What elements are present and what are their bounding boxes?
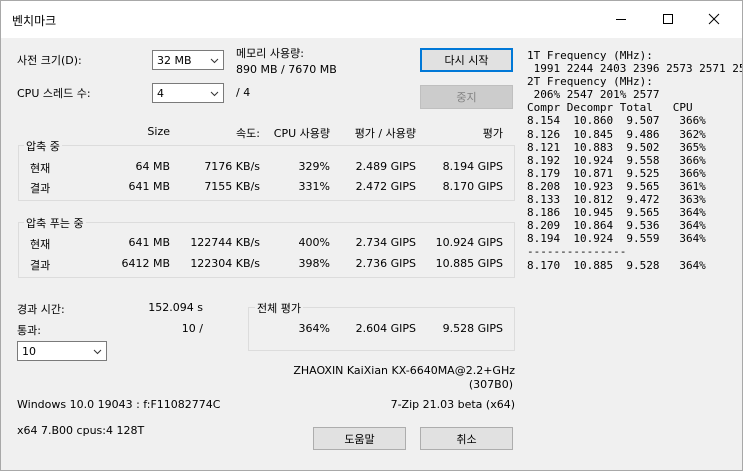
compress-result-speed: 7155 KB/s: [204, 180, 260, 193]
minimize-button[interactable]: [598, 0, 644, 38]
results-row: 8.209 10.864 9.536 364%: [527, 219, 706, 233]
decompress-result-label: 결과: [30, 259, 51, 272]
decompress-result-rating: 10.885 GIPS: [435, 257, 503, 270]
results-row: 8.126 10.845 9.486 362%: [527, 127, 706, 141]
compress-result-label: 결과: [30, 182, 51, 195]
stop-button[interactable]: 중지: [420, 85, 513, 109]
decompress-current-rpu: 2.734 GIPS: [355, 236, 416, 249]
threads-label: CPU 스레드 수:: [17, 87, 91, 100]
chevron-down-icon: [93, 349, 102, 355]
dict-size-label: 사전 크기(D):: [17, 54, 82, 67]
results-row: 8.192 10.924 9.558 366%: [527, 153, 706, 167]
elapsed-label: 경과 시간:: [17, 303, 65, 316]
compress-result-rpu: 2.472 GIPS: [355, 180, 416, 193]
elapsed-value: 152.094 s: [148, 301, 203, 314]
decompress-current-size: 641 MB: [128, 236, 170, 249]
results-total-row: 8.170 10.885 9.528 364%: [527, 258, 706, 272]
col-cpu: CPU 사용량: [273, 127, 330, 140]
compress-current-size: 64 MB: [135, 160, 170, 173]
chevron-down-icon: [210, 91, 219, 97]
results-row: 8.194 10.924 9.559 364%: [527, 232, 706, 246]
cancel-button[interactable]: 취소: [420, 427, 513, 450]
total-title: 전체 평가: [255, 300, 303, 316]
compress-result-rating: 8.170 GIPS: [442, 180, 503, 193]
decompress-result-cpu: 398%: [298, 257, 330, 270]
decompress-current-cpu: 400%: [298, 236, 330, 249]
col-size: Size: [147, 125, 170, 138]
results-row: 8.133 10.812 9.472 363%: [527, 193, 706, 207]
freq-line: 206% 2547 201% 2577: [527, 88, 660, 102]
dict-size-value: 32 MB: [157, 54, 192, 67]
results-row: 8.186 10.945 9.565 364%: [527, 206, 706, 220]
decompress-result-rpu: 2.736 GIPS: [355, 257, 416, 270]
col-rating: 평가: [482, 127, 503, 140]
help-button[interactable]: 도움말: [313, 427, 406, 450]
window-title: 벤치마크: [12, 14, 57, 28]
arch-info: x64 7.B00 cpus:4 128T: [17, 424, 145, 437]
freq-line: 2T Frequency (MHz):: [527, 75, 653, 89]
threads-select[interactable]: 4: [152, 83, 224, 103]
restart-button[interactable]: 다시 시작: [420, 48, 513, 72]
passes-label: 통과:: [17, 324, 41, 337]
freq-line: 1T Frequency (MHz):: [527, 49, 653, 62]
compress-current-rating: 8.194 GIPS: [442, 160, 503, 173]
results-row: 8.154 10.860 9.507 366%: [527, 114, 706, 128]
freq-line: 1991 2244 2403 2396 2573 2571 2574: [527, 62, 743, 76]
total-rating: 9.528 GIPS: [442, 322, 503, 335]
chevron-down-icon: [210, 58, 219, 64]
dict-size-select[interactable]: 32 MB: [152, 50, 224, 70]
decompress-current-rating: 10.924 GIPS: [435, 236, 503, 249]
results-header: Compr Decompr Total CPU: [527, 101, 693, 115]
close-button[interactable]: [691, 0, 737, 38]
passes-select-value: 10: [22, 345, 36, 358]
total-cpu: 364%: [298, 322, 330, 335]
threads-value: 4: [157, 87, 164, 100]
results-row: 8.121 10.883 9.502 365%: [527, 140, 706, 154]
minimize-icon: [616, 19, 626, 20]
decompress-result-speed: 122304 KB/s: [190, 257, 260, 270]
decompress-title: 압축 푸는 중: [24, 215, 86, 231]
decompress-result-size: 6412 MB: [121, 257, 170, 270]
os-info: Windows 10.0 19043 : f:F11082774C: [17, 398, 221, 411]
compress-current-rpu: 2.489 GIPS: [355, 160, 416, 173]
frequency-panel: 1T Frequency (MHz): 1991 2244 2403 2396 …: [527, 49, 743, 272]
close-icon: [708, 13, 720, 25]
passes-select[interactable]: 10: [17, 341, 107, 361]
results-row: 8.208 10.923 9.565 361%: [527, 179, 706, 193]
results-separator: ---------------: [527, 245, 627, 259]
threads-total: / 4: [236, 86, 251, 99]
results-row: 8.179 10.871 9.525 366%: [527, 166, 706, 180]
compress-title: 압축 중: [24, 138, 62, 154]
memory-label: 메모리 사용량:: [236, 47, 304, 60]
compress-result-cpu: 331%: [298, 180, 330, 193]
col-speed: 속도:: [236, 127, 260, 140]
version-info: 7-Zip 21.03 beta (x64): [390, 398, 515, 411]
col-rating-per-usage: 평가 / 사용량: [354, 127, 416, 140]
compress-current-cpu: 329%: [298, 160, 330, 173]
cpu-id: (307B0): [468, 378, 513, 391]
cpu-name: ZHAOXIN KaiXian KX-6640MA@2.2+GHz: [293, 364, 515, 377]
passes-value: 10 /: [181, 322, 203, 335]
maximize-button[interactable]: [645, 0, 691, 38]
compress-current-label: 현재: [30, 162, 51, 175]
total-rpu: 2.604 GIPS: [355, 322, 416, 335]
compress-current-speed: 7176 KB/s: [204, 160, 260, 173]
decompress-current-label: 현재: [30, 238, 51, 251]
memory-value: 890 MB / 7670 MB: [236, 63, 337, 76]
decompress-current-speed: 122744 KB/s: [190, 236, 260, 249]
maximize-icon: [663, 14, 673, 24]
compress-result-size: 641 MB: [128, 180, 170, 193]
